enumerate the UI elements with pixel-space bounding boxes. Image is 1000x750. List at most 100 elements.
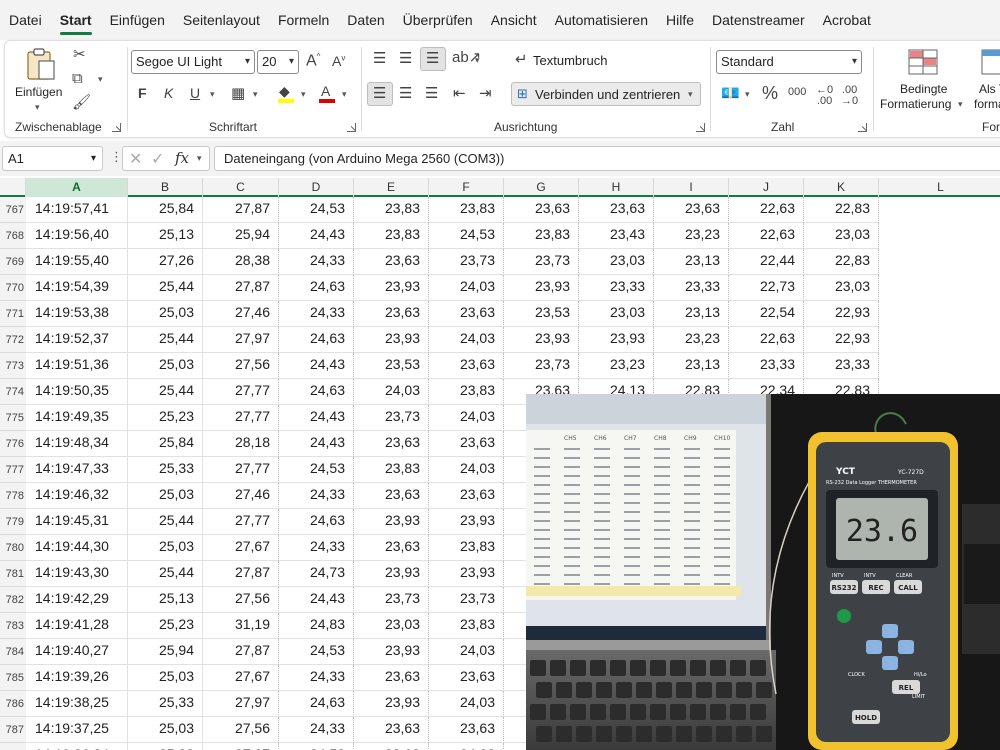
- value-cell[interactable]: 23,83: [429, 197, 504, 223]
- value-cell[interactable]: 23,63: [429, 353, 504, 379]
- row-number[interactable]: 767: [0, 197, 26, 223]
- value-cell[interactable]: 23,73: [429, 249, 504, 275]
- value-cell[interactable]: 23,93: [504, 327, 579, 353]
- value-cell[interactable]: 23,33: [729, 353, 804, 379]
- currency-icon[interactable]: 💶: [721, 86, 740, 101]
- name-box[interactable]: A1 ▾: [2, 146, 103, 171]
- menu-start[interactable]: Start: [51, 0, 101, 40]
- row-number[interactable]: 783: [0, 613, 26, 639]
- value-cell[interactable]: 24,43: [279, 223, 354, 249]
- chevron-down-icon[interactable]: ▾: [745, 89, 750, 100]
- value-cell[interactable]: 22,63: [729, 197, 804, 223]
- shrink-font-icon[interactable]: Av: [332, 54, 345, 68]
- menu-daten[interactable]: Daten: [338, 0, 393, 40]
- value-cell[interactable]: 25,03: [128, 665, 203, 691]
- value-cell[interactable]: 24,03: [429, 457, 504, 483]
- chevron-down-icon[interactable]: ▾: [253, 89, 258, 100]
- copy-icon[interactable]: ⧉: [72, 71, 83, 86]
- value-cell[interactable]: 27,26: [128, 249, 203, 275]
- font-family-dropdown[interactable]: Segoe UI Light ▾: [131, 50, 255, 74]
- value-cell[interactable]: 23,13: [654, 353, 729, 379]
- value-cell[interactable]: 23,03: [804, 223, 879, 249]
- time-cell[interactable]: 14:19:41,28: [26, 613, 128, 639]
- time-cell[interactable]: 14:19:57,41: [26, 197, 128, 223]
- cut-icon[interactable]: ✂: [73, 47, 86, 62]
- value-cell[interactable]: 23,63: [429, 717, 504, 743]
- column-header-e[interactable]: E: [354, 178, 429, 197]
- row-number[interactable]: 768: [0, 223, 26, 249]
- select-all-button[interactable]: [0, 178, 26, 197]
- value-cell[interactable]: 27,56: [203, 587, 279, 613]
- value-cell[interactable]: 24,53: [279, 743, 354, 750]
- menu-datenstreamer[interactable]: Datenstreamer: [703, 0, 814, 40]
- value-cell[interactable]: 24,03: [429, 639, 504, 665]
- value-cell[interactable]: 23,63: [504, 197, 579, 223]
- value-cell[interactable]: 24,73: [279, 561, 354, 587]
- value-cell[interactable]: 24,53: [429, 223, 504, 249]
- time-cell[interactable]: 14:19:40,27: [26, 639, 128, 665]
- row-number[interactable]: 782: [0, 587, 26, 613]
- value-cell[interactable]: 24,43: [279, 431, 354, 457]
- value-cell[interactable]: 25,23: [128, 405, 203, 431]
- value-cell[interactable]: 24,43: [279, 405, 354, 431]
- value-cell[interactable]: 23,83: [429, 535, 504, 561]
- value-cell[interactable]: 23,93: [354, 691, 429, 717]
- time-cell[interactable]: 14:19:53,38: [26, 301, 128, 327]
- merge-center-button[interactable]: ⊞ Verbinden und zentrieren ▾: [511, 82, 701, 106]
- column-header-i[interactable]: I: [654, 178, 729, 197]
- time-cell[interactable]: 14:19:51,36: [26, 353, 128, 379]
- dialog-launcher-icon[interactable]: [347, 123, 356, 132]
- value-cell[interactable]: 23,63: [354, 431, 429, 457]
- time-cell[interactable]: 14:19:55,40: [26, 249, 128, 275]
- value-cell[interactable]: 22,63: [729, 327, 804, 353]
- value-cell[interactable]: 23,03: [804, 275, 879, 301]
- value-cell[interactable]: 25,44: [128, 379, 203, 405]
- row-number[interactable]: 773: [0, 353, 26, 379]
- value-cell[interactable]: 24,53: [279, 197, 354, 223]
- value-cell[interactable]: 27,87: [203, 639, 279, 665]
- time-cell[interactable]: 14:19:36,24: [26, 743, 128, 750]
- menu-einfuegen[interactable]: Einfügen: [101, 0, 174, 40]
- align-center-icon[interactable]: ☰: [399, 86, 412, 101]
- font-size-dropdown[interactable]: 20 ▾: [257, 50, 299, 74]
- value-cell[interactable]: 23,93: [354, 639, 429, 665]
- menu-automatisieren[interactable]: Automatisieren: [546, 0, 657, 40]
- value-cell[interactable]: 23,13: [654, 249, 729, 275]
- value-cell[interactable]: 25,23: [128, 613, 203, 639]
- formula-input[interactable]: Dateneingang (von Arduino Mega 2560 (COM…: [214, 146, 1000, 171]
- value-cell[interactable]: 23,73: [354, 405, 429, 431]
- value-cell[interactable]: 27,77: [203, 509, 279, 535]
- value-cell[interactable]: 23,63: [429, 665, 504, 691]
- value-cell[interactable]: 25,44: [128, 561, 203, 587]
- row-number[interactable]: 774: [0, 379, 26, 405]
- time-cell[interactable]: 14:19:44,30: [26, 535, 128, 561]
- value-cell[interactable]: 24,63: [279, 275, 354, 301]
- value-cell[interactable]: 23,93: [354, 327, 429, 353]
- time-cell[interactable]: 14:19:49,35: [26, 405, 128, 431]
- row-number[interactable]: 772: [0, 327, 26, 353]
- number-format-dropdown[interactable]: Standard ▾: [716, 50, 862, 74]
- value-cell[interactable]: 27,67: [203, 665, 279, 691]
- value-cell[interactable]: 27,77: [203, 457, 279, 483]
- value-cell[interactable]: 25,13: [128, 587, 203, 613]
- time-cell[interactable]: 14:19:56,40: [26, 223, 128, 249]
- format-painter-icon[interactable]: 🖌: [72, 95, 91, 110]
- value-cell[interactable]: 22,54: [729, 301, 804, 327]
- value-cell[interactable]: 23,03: [579, 301, 654, 327]
- value-cell[interactable]: 27,97: [203, 327, 279, 353]
- value-cell[interactable]: 23,63: [654, 197, 729, 223]
- value-cell[interactable]: 23,23: [654, 327, 729, 353]
- row-number[interactable]: 776: [0, 431, 26, 457]
- column-header-f[interactable]: F: [429, 178, 504, 197]
- value-cell[interactable]: 28,18: [203, 431, 279, 457]
- value-cell[interactable]: 27,97: [203, 691, 279, 717]
- value-cell[interactable]: 23,83: [354, 223, 429, 249]
- value-cell[interactable]: 24,33: [279, 665, 354, 691]
- value-cell[interactable]: 23,73: [429, 587, 504, 613]
- value-cell[interactable]: 23,83: [429, 379, 504, 405]
- value-cell[interactable]: 23,93: [429, 561, 504, 587]
- menu-datei[interactable]: Datei: [0, 0, 51, 40]
- value-cell[interactable]: 27,46: [203, 301, 279, 327]
- value-cell[interactable]: 23,03: [579, 249, 654, 275]
- value-cell[interactable]: 24,03: [354, 379, 429, 405]
